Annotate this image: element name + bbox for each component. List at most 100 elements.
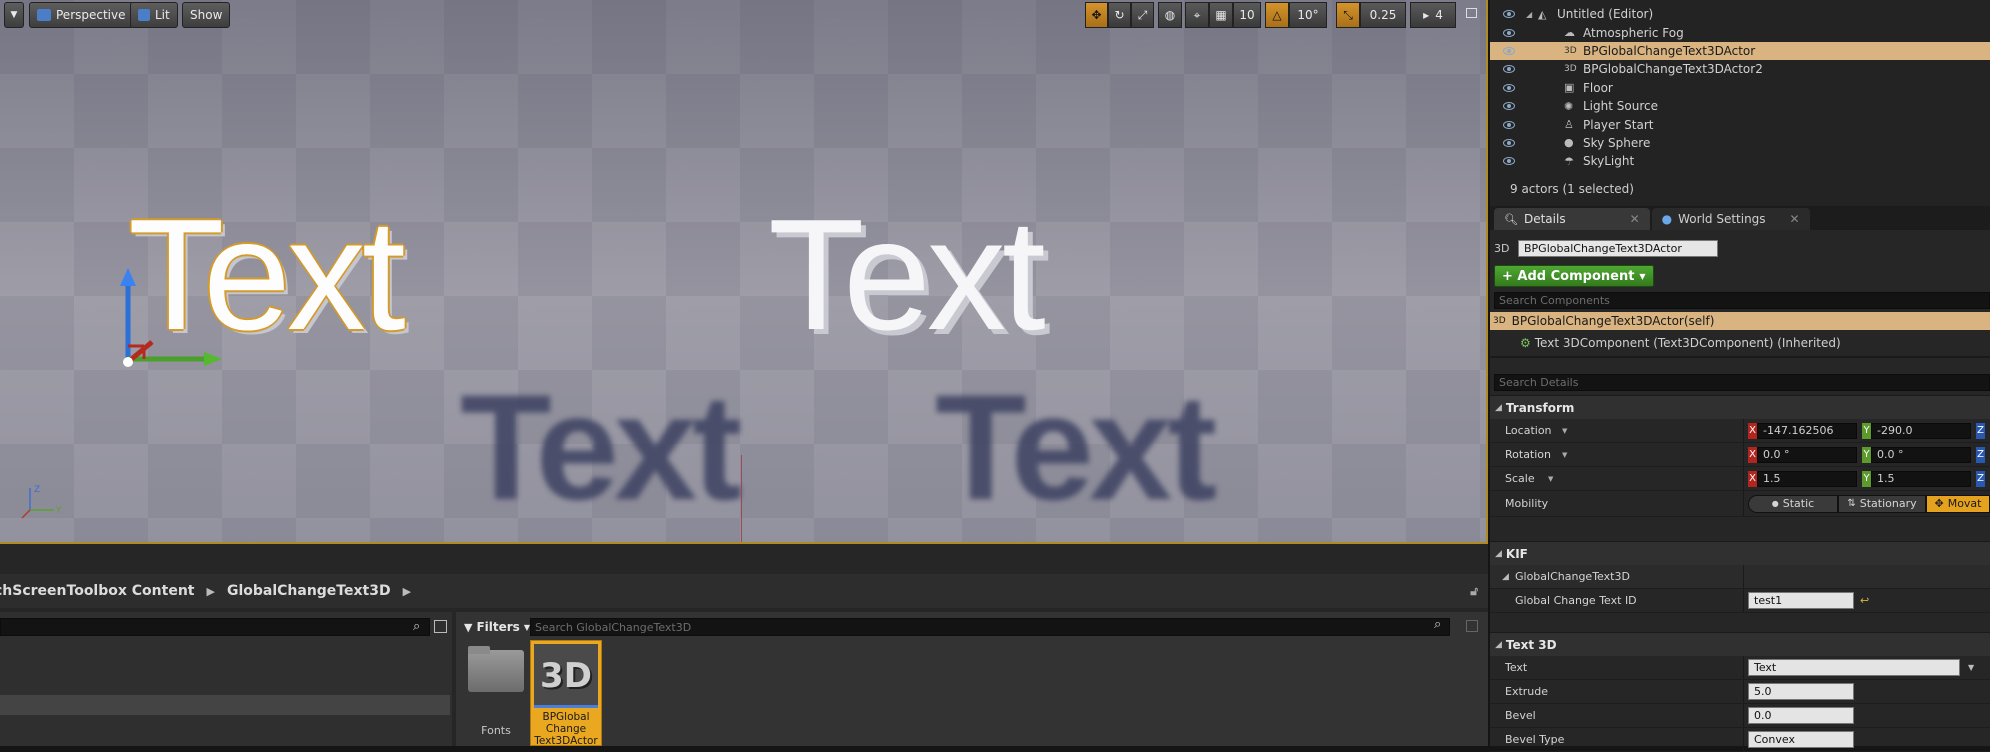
rotation-label[interactable]: Rotation [1505, 448, 1551, 461]
actor-type-icon: 3D [1494, 242, 1510, 255]
visibility-eye-icon[interactable] [1503, 83, 1515, 92]
scale-size-dropdown[interactable]: 0.25 [1360, 2, 1406, 28]
folder-tree-selected-row[interactable] [0, 695, 450, 715]
chevron-down-icon: ▼ [1639, 271, 1646, 281]
show-button[interactable]: Show [182, 2, 231, 28]
transform-header[interactable]: ◢ Transform [1490, 395, 1990, 419]
rotation-y-field[interactable]: 0.0 ° [1871, 446, 1971, 463]
sources-search-input[interactable] [0, 618, 430, 636]
asset-folder-fonts[interactable]: Fonts [466, 642, 526, 742]
outliner-row[interactable]: ▣ Floor [1490, 79, 1990, 97]
location-x-field[interactable]: -147.162506 [1757, 422, 1857, 439]
scale-tool-button[interactable]: ⤢ [1131, 2, 1154, 28]
close-icon[interactable]: ✕ [1790, 212, 1800, 226]
component-child-row[interactable]: ⚙ Text 3DComponent (Text3DComponent) (Inh… [1520, 336, 1841, 350]
rotation-x-field[interactable]: 0.0 ° [1757, 446, 1857, 463]
outliner-row[interactable]: ✺ Light Source [1490, 97, 1990, 115]
outliner-list: ◭ Untitled (Editor) ◢ ☁ Atmospheric Fog 3D BPG… [1490, 0, 1990, 171]
search-components-input[interactable]: Search Components [1494, 292, 1990, 309]
bevel-type-dropdown[interactable]: Convex [1748, 731, 1854, 748]
bevel-field[interactable]: 0.0 [1748, 707, 1854, 724]
grid-snap-button[interactable]: ▦ [1209, 2, 1233, 28]
extrude-field[interactable]: 5.0 [1748, 683, 1854, 700]
kif-header[interactable]: ◢ KIF [1490, 541, 1990, 565]
text-row: Text Text ▼ [1490, 656, 1990, 680]
visibility-eye-icon[interactable] [1503, 138, 1515, 147]
camera-speed-button[interactable]: ▸ 4 [1410, 2, 1456, 28]
surface-snap-button[interactable]: ⌖ [1185, 2, 1209, 28]
filters-button[interactable]: ▼ Filters ▼ [464, 618, 530, 636]
breadcrumb-item-root[interactable]: chScreenToolbox Content [0, 583, 194, 599]
global-change-text-id-input[interactable]: test1 [1748, 592, 1854, 609]
transform-section: ◢ Transform Location ▼ X -147.162506 Y -2… [1490, 395, 1990, 517]
perspective-button[interactable]: Perspective [29, 2, 134, 28]
location-label[interactable]: Location [1505, 424, 1552, 437]
breadcrumb-item-folder[interactable]: GlobalChangeText3D [227, 583, 391, 599]
viewport-options-button[interactable]: ▼ [4, 2, 24, 28]
rotate-tool-button[interactable]: ↻ [1108, 2, 1131, 28]
collapse-icon[interactable]: ◢ [1526, 10, 1532, 19]
mobility-stationary-button[interactable]: ⇅ Stationary [1838, 494, 1926, 513]
outliner-row[interactable]: ☂ SkyLight [1490, 152, 1990, 170]
mobility-static-button[interactable]: ● Static [1748, 494, 1838, 513]
asset-blueprint-text3dactor[interactable]: 3D BPGlobal Change Text3DActor [530, 640, 602, 747]
component-self-row[interactable]: 3D BPGlobalChangeText3DActor(self) [1490, 312, 1990, 330]
outliner-row[interactable]: ☁ Atmospheric Fog [1490, 23, 1990, 41]
transform-gizmo[interactable] [112, 262, 222, 372]
reset-arrow-icon[interactable]: ↩ [1860, 594, 1869, 607]
scale-label[interactable]: Scale [1505, 472, 1535, 485]
actor-name-input[interactable]: BPGlobalChangeText3DActor [1518, 240, 1718, 257]
level-viewport[interactable]: Text Text Text Text Z Y ▼ Perspective Li… [0, 0, 1488, 544]
chevron-down-icon[interactable]: ▼ [1562, 451, 1567, 459]
transform-title: Transform [1505, 400, 1575, 415]
world-local-button[interactable]: ◍ [1158, 2, 1182, 28]
lit-button[interactable]: Lit [130, 2, 178, 28]
visibility-eye-icon[interactable] [1503, 157, 1515, 166]
tab-details[interactable]: 🔍︎ Details ✕ [1494, 208, 1650, 230]
rotation-snap-button[interactable]: △ [1265, 2, 1289, 28]
outliner-row[interactable]: ♙ Player Start [1490, 115, 1990, 133]
location-y-field[interactable]: -290.0 [1871, 422, 1971, 439]
breadcrumb-separator-icon[interactable]: ▶ [206, 585, 214, 598]
view-options-icon[interactable] [434, 620, 447, 633]
visibility-eye-icon[interactable] [1503, 10, 1515, 19]
outliner-row[interactable]: 3D BPGlobalChangeText3DActor [1490, 41, 1990, 61]
rotation-size-dropdown[interactable]: 10° [1289, 2, 1327, 28]
scale-x-field[interactable]: 1.5 [1757, 470, 1857, 487]
outliner-row[interactable]: ● Sky Sphere [1490, 134, 1990, 152]
visibility-eye-icon[interactable] [1503, 28, 1515, 37]
translate-tool-button[interactable]: ✥ [1085, 2, 1108, 28]
close-icon[interactable]: ✕ [1630, 212, 1640, 226]
mobility-movable-button[interactable]: ✥ Movat [1926, 494, 1990, 513]
chevron-down-icon[interactable]: ▼ [1562, 427, 1567, 435]
folder-icon [468, 650, 524, 692]
breadcrumb-separator-icon[interactable]: ▶ [403, 585, 411, 598]
asset-search-input[interactable]: Search GlobalChangeText3D [530, 618, 1450, 636]
maximize-viewport-icon[interactable] [1466, 8, 1477, 18]
outliner-item-label: Light Source [1583, 99, 1658, 114]
visibility-eye-icon[interactable] [1503, 102, 1515, 111]
scale-snap-button[interactable]: ⤡ [1336, 2, 1360, 28]
outliner-row[interactable]: 3D BPGlobalChangeText3DActor2 [1490, 60, 1990, 78]
chevron-down-icon[interactable]: ▼ [1548, 475, 1553, 483]
kif-title: KIF [1505, 546, 1528, 561]
text3d-actor-2[interactable]: Text [768, 196, 1046, 354]
lock-icon[interactable]: 🔓︎ [1470, 584, 1478, 599]
asset-label: BPGlobal Change Text3DActor [534, 711, 598, 747]
visibility-eye-icon[interactable] [1503, 65, 1515, 74]
visibility-eye-icon[interactable] [1503, 46, 1515, 55]
scale-y-field[interactable]: 1.5 [1871, 470, 1971, 487]
text3d-header[interactable]: ◢ Text 3D [1490, 632, 1990, 656]
search-details-input[interactable]: Search Details [1494, 374, 1990, 391]
save-search-icon[interactable] [1466, 620, 1478, 632]
outliner-row[interactable]: ◭ Untitled (Editor) ◢ [1490, 5, 1990, 23]
kif-sub-row[interactable]: ◢ GlobalChangeText3D [1490, 565, 1990, 589]
add-component-button[interactable]: + Add Component ▼ [1494, 265, 1654, 287]
visibility-eye-icon[interactable] [1503, 120, 1515, 129]
chevron-down-icon[interactable]: ▼ [1968, 663, 1974, 672]
grid-size-dropdown[interactable]: 10 [1233, 2, 1261, 28]
show-label: Show [190, 8, 223, 22]
global-change-text-id-label: Global Change Text ID [1515, 594, 1637, 607]
text-input[interactable]: Text [1748, 659, 1960, 676]
tab-world-settings[interactable]: ● World Settings ✕ [1651, 208, 1810, 230]
